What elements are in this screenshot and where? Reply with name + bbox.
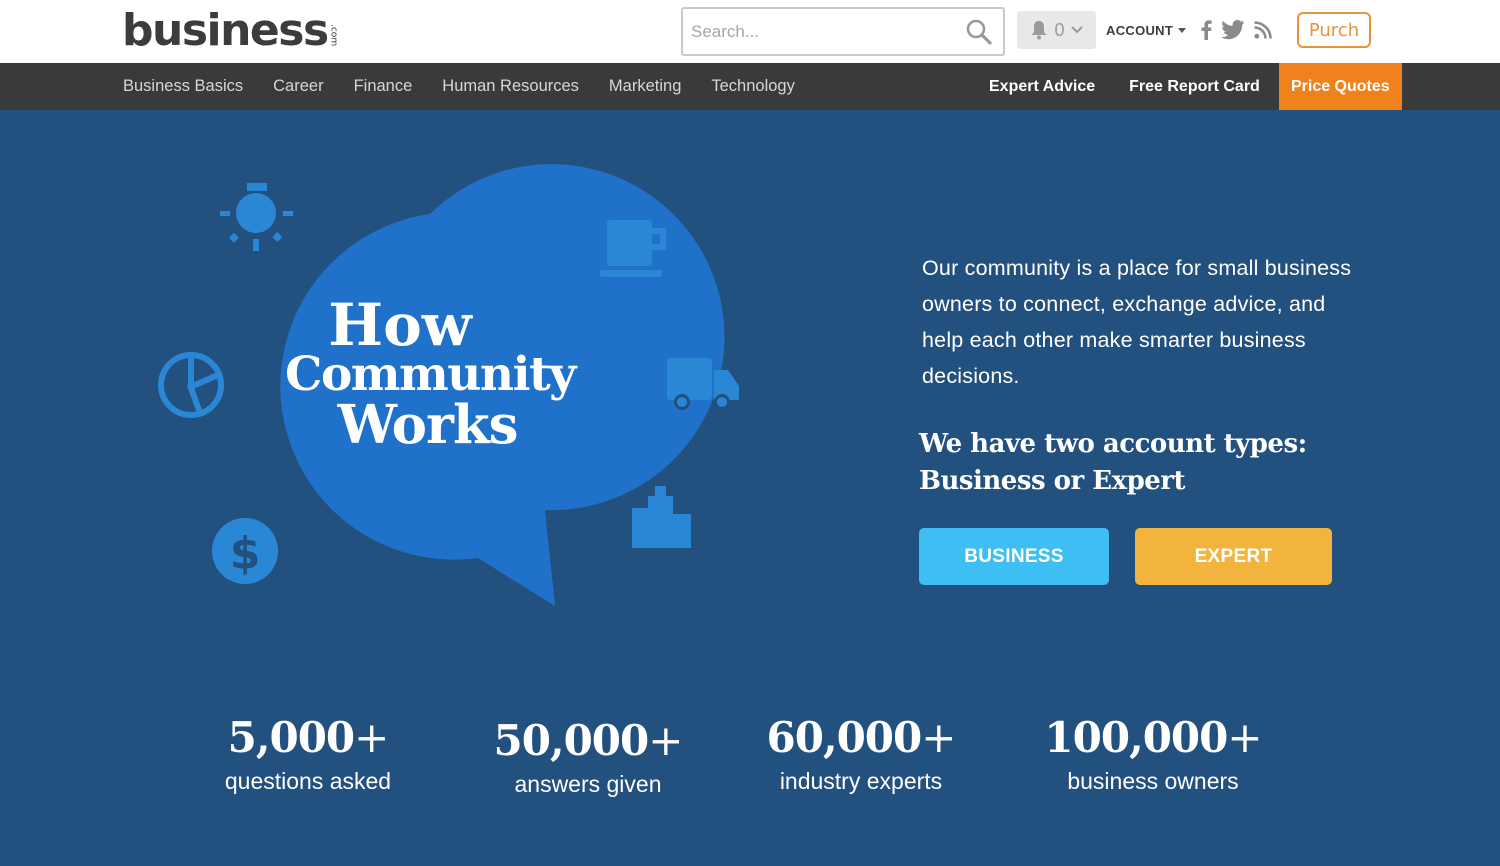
lightbulb-icon <box>220 183 293 251</box>
stat-label: questions asked <box>224 768 392 794</box>
stat-number: 5,000+ <box>227 713 390 762</box>
caret-down-icon <box>1178 28 1187 33</box>
stat-label: industry experts <box>779 768 943 794</box>
chevron-down-icon <box>1070 26 1083 34</box>
stat-label: answers given <box>514 771 662 797</box>
main-nav: Business Basics Career Finance Human Res… <box>0 63 1500 110</box>
nav-expert-advice[interactable]: Expert Advice <box>972 63 1112 110</box>
site-logo[interactable]: business .com <box>122 6 339 56</box>
account-label: ACCOUNT <box>1106 23 1174 38</box>
pie-chart-icon <box>158 352 224 418</box>
nav-free-report-card[interactable]: Free Report Card <box>1112 63 1277 110</box>
account-types-line-1: We have two account types: <box>919 429 1307 459</box>
feature-nav: Expert Advice Free Report Card Price Quo… <box>972 63 1402 110</box>
nav-technology[interactable]: Technology <box>711 77 794 96</box>
hero-section: $ How Community Works Our community is a… <box>0 110 1500 866</box>
search-input[interactable] <box>691 19 951 45</box>
twitter-icon[interactable] <box>1221 20 1245 40</box>
top-bar: business .com 0 ACCOUNT <box>0 0 1500 63</box>
nav-business-basics[interactable]: Business Basics <box>123 77 243 96</box>
bell-icon <box>1031 21 1047 40</box>
hero-headline: How Community Works <box>255 296 605 452</box>
stat-questions: 5,000+ questions asked <box>188 710 428 796</box>
nav-career[interactable]: Career <box>273 77 323 96</box>
search-icon[interactable] <box>965 18 993 46</box>
headline-line-2: Community <box>285 347 576 402</box>
notifications-button[interactable]: 0 <box>1017 11 1096 49</box>
svg-text:$: $ <box>230 528 261 579</box>
social-links <box>1200 20 1272 40</box>
nav-price-quotes[interactable]: Price Quotes <box>1278 63 1402 110</box>
facebook-icon[interactable] <box>1200 20 1212 40</box>
logo-suffix: .com <box>328 24 339 47</box>
nav-marketing[interactable]: Marketing <box>609 77 681 96</box>
building-icon <box>632 486 691 548</box>
stat-number: 50,000+ <box>493 716 684 765</box>
nav-human-resources[interactable]: Human Resources <box>442 77 579 96</box>
purch-link[interactable]: Purch <box>1297 12 1371 48</box>
notification-count: 0 <box>1054 19 1065 40</box>
account-types-heading: We have two account types: Business or E… <box>919 426 1339 500</box>
stat-owners: 100,000+ business owners <box>1023 710 1283 796</box>
stat-label: business owners <box>1067 768 1239 794</box>
headline-line-3: Works <box>337 394 518 456</box>
search-box <box>681 7 1005 56</box>
nav-finance[interactable]: Finance <box>354 77 413 96</box>
business-account-button[interactable]: BUSINESS <box>919 528 1109 585</box>
stat-answers: 50,000+ answers given <box>468 713 708 799</box>
stat-experts: 60,000+ industry experts <box>741 710 981 796</box>
logo-wordmark: business <box>122 5 329 56</box>
dollar-icon: $ <box>212 518 278 584</box>
stat-number: 100,000+ <box>1044 713 1262 762</box>
account-menu[interactable]: ACCOUNT <box>1106 23 1187 38</box>
rss-icon[interactable] <box>1254 21 1272 39</box>
headline-line-1: How <box>328 291 472 359</box>
stat-number: 60,000+ <box>766 713 957 762</box>
community-intro: Our community is a place for small busin… <box>922 256 1352 388</box>
category-nav: Business Basics Career Finance Human Res… <box>123 63 795 110</box>
account-types-line-2: Business or Expert <box>919 466 1186 496</box>
expert-account-button[interactable]: EXPERT <box>1135 528 1332 585</box>
